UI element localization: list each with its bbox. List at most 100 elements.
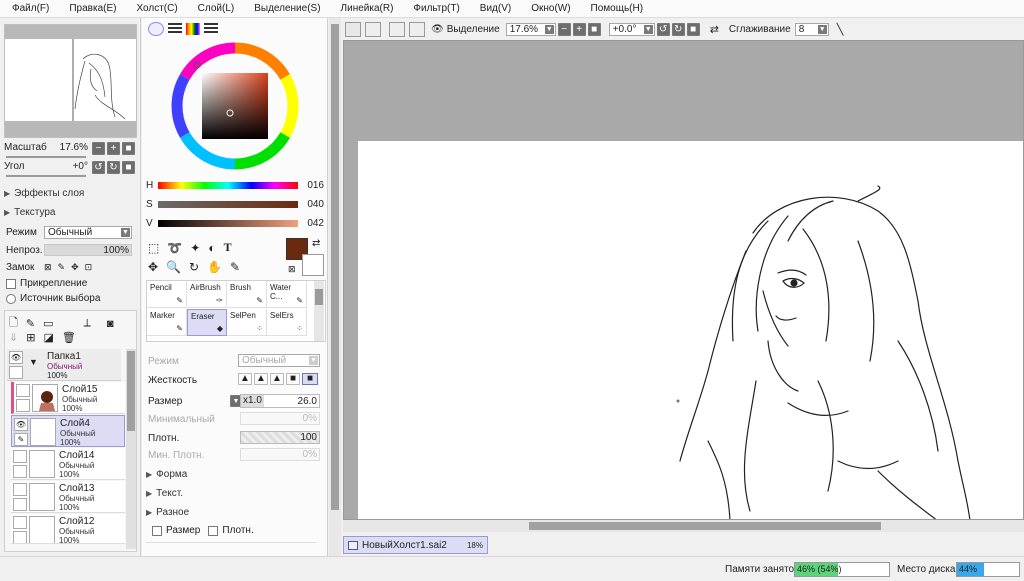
zoom-in-button[interactable]: + [107,142,120,155]
deselect-icon[interactable] [389,21,405,37]
zoom-icon[interactable]: 🔍 [166,260,181,274]
mask-icon[interactable]: ◙ [107,318,114,330]
invert-selection-icon[interactable] [409,21,425,37]
document-tab[interactable]: НовыйХолст1.sai2 18% [343,536,488,554]
menu-layer[interactable]: Слой(L) [198,3,235,14]
saturation-slider[interactable] [158,201,298,208]
undo-icon[interactable] [345,21,361,37]
menu-selection[interactable]: Выделение(S) [254,3,320,14]
layer-list-scrollbar[interactable] [126,349,136,549]
zoom-select[interactable]: 17.6% ▼ [505,22,556,36]
color-wheel-tab[interactable] [148,22,164,36]
secondary-color-swatch[interactable] [302,254,324,276]
eyedropper-icon[interactable]: ✎ [230,260,240,274]
density-field[interactable]: 100 [240,431,320,444]
lock-move-icon[interactable]: ✥ [71,262,79,273]
canvas-viewport[interactable] [343,40,1024,520]
hue-slider[interactable] [158,182,298,189]
scale-slider[interactable] [6,156,86,158]
rgb-slider-tab[interactable] [168,23,182,35]
density-pressure-checkbox[interactable] [208,525,219,536]
transform-icon[interactable]: ⟂ [83,317,90,330]
menu-edit[interactable]: Правка(E) [69,3,116,14]
canvas-hscroll-thumb[interactable] [529,522,881,530]
toolbar-zoom-reset-button[interactable]: ■ [587,22,601,36]
lock-toggle[interactable] [13,465,27,478]
tool-marker[interactable]: Marker ✎ [147,309,187,336]
pen-icon[interactable]: ✎ [14,433,28,446]
navigator-preview[interactable] [4,24,137,138]
size-pressure-checkbox[interactable] [152,525,162,536]
brush-size-presets[interactable] [146,542,316,554]
hand-icon[interactable]: ✋ [207,260,222,274]
layer-item[interactable]: Слой12 Обычный 100% [11,514,125,544]
layer-effects-section[interactable]: ▶ Эффекты слоя [4,188,84,199]
redo-icon[interactable] [365,21,381,37]
angle-select[interactable]: +0.0° ▼ [608,22,655,36]
eye-icon[interactable]: 👁 [431,24,444,35]
rotate-reset-button[interactable]: ■ [122,161,135,174]
texture-section[interactable]: ▶ Текстура [4,207,55,218]
rect-select-icon[interactable]: ⬚ [148,241,159,255]
hardness-3[interactable]: ▲ [270,373,284,385]
toolbar-rotate-right-button[interactable]: ↻ [671,22,685,36]
menu-help[interactable]: Помощь(H) [591,3,644,14]
clipping-row[interactable]: Прикрепление [6,278,87,289]
hardness-4[interactable]: ■ [286,373,300,385]
lock-transparency-icon[interactable]: ⊠ [44,262,52,273]
toolbar-rotate-left-button[interactable]: ↺ [656,22,670,36]
move-icon[interactable]: ✥ [148,260,158,274]
lock-toggle[interactable] [13,498,27,511]
rotate-icon[interactable]: ↻ [189,260,199,274]
new-pen-layer-icon[interactable]: ✎ [26,317,35,330]
tool-palette-scroll-thumb[interactable] [315,289,323,305]
angle-slider[interactable] [6,175,86,177]
middle-scroll-thumb[interactable] [331,24,339,510]
selection-source-row[interactable]: Источник выбора [6,293,100,304]
swatches-tab[interactable] [204,23,218,35]
layer-item[interactable]: Слой14 Обычный 100% [11,448,125,480]
tool-selpen[interactable]: SelPen ⁘ [227,309,267,336]
lasso-icon[interactable]: ➰ [167,241,182,255]
hardness-2[interactable]: ▲ [254,373,268,385]
lock-toggle[interactable] [9,366,23,379]
swap-colors-icon[interactable]: ⇄ [312,238,320,249]
clear-layer-icon[interactable]: ◪ [43,331,53,344]
clipping-checkbox[interactable] [6,278,16,289]
visibility-toggle[interactable] [13,450,27,463]
shape-section[interactable]: ▶ Форма [146,469,187,480]
misc-section[interactable]: ▶ Разное [146,507,189,518]
canvas-hscrollbar[interactable] [343,520,1024,532]
trash-icon[interactable]: 🗑 [62,331,76,344]
menu-filter[interactable]: Фильтр(T) [413,3,459,14]
line-tool-icon[interactable]: ╲ [837,23,844,36]
selection-source-radio[interactable] [6,293,16,304]
flip-icon[interactable]: ⇄ [710,23,719,36]
text-tool-icon[interactable]: T [224,240,232,255]
menu-view[interactable]: Вид(V) [480,3,511,14]
lock-toggle[interactable] [16,399,30,412]
palette-tab[interactable] [186,23,200,35]
visibility-toggle[interactable] [13,516,27,529]
toolbar-zoom-out-button[interactable]: − [557,22,571,36]
rotate-right-button[interactable]: ↻ [107,161,120,174]
merge-down-icon[interactable]: ⇓ [9,331,18,344]
tool-airbrush[interactable]: AirBrush ✑ [187,281,227,308]
opacity-slider[interactable]: 100% [44,244,132,256]
lock-toggle[interactable] [13,531,27,543]
eye-icon[interactable]: 👁 [9,351,23,364]
color-wheel[interactable] [142,38,328,188]
eye-icon[interactable]: 👁 [14,418,28,431]
min-size-field[interactable]: 0% [240,412,320,425]
size-field[interactable]: x1.0 26.0 [240,394,320,408]
brush-mode-select[interactable]: Обычный ▼ [238,354,320,367]
toolbar-zoom-in-button[interactable]: + [572,22,586,36]
add-layer-icon[interactable]: ⊞ [26,331,35,344]
layer-list-scroll-thumb[interactable] [127,351,135,431]
selection-toggle-label[interactable]: Выделение [447,24,500,35]
zoom-out-button[interactable]: − [92,142,105,155]
tool-eraser[interactable]: Eraser ◆ [187,309,227,336]
tool-pencil[interactable]: Pencil ✎ [147,281,187,308]
layer-item[interactable]: Слой13 Обычный 100% [11,481,125,513]
value-slider[interactable] [158,220,298,227]
